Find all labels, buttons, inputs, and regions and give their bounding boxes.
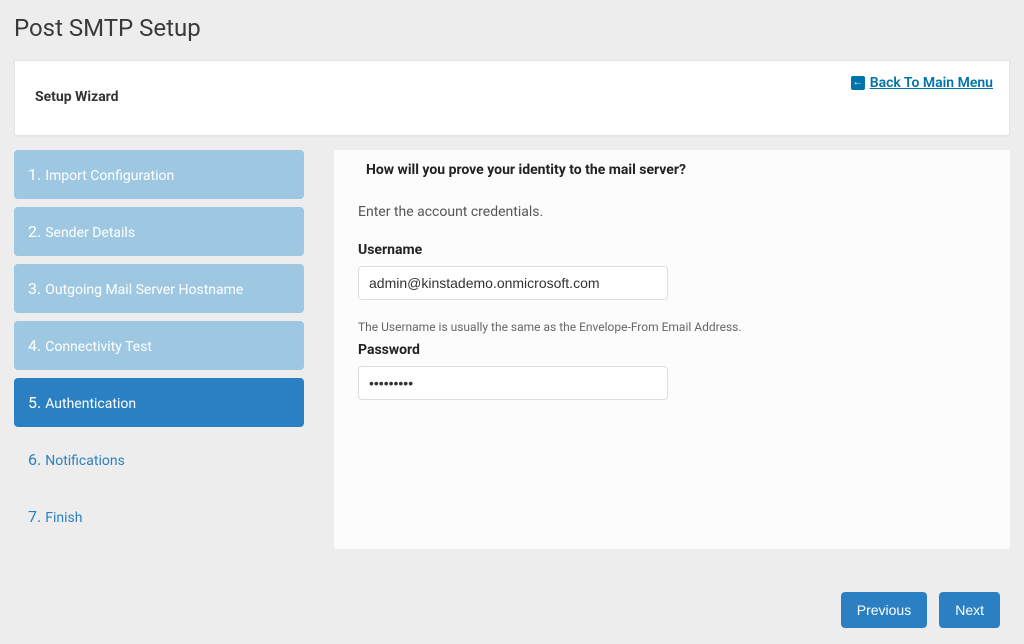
step-number: 3. [28, 279, 41, 298]
step-sender-details[interactable]: 2. Sender Details [14, 207, 304, 256]
step-label: Finish [45, 510, 82, 526]
arrow-left-icon: ← [851, 76, 865, 90]
step-number: 7. [28, 507, 41, 526]
main-area: 1. Import Configuration 2. Sender Detail… [14, 150, 1010, 549]
content-panel: How will you prove your identity to the … [334, 150, 1010, 549]
username-helper-text: The Username is usually the same as the … [358, 320, 986, 334]
password-input[interactable] [358, 366, 668, 400]
step-label: Connectivity Test [45, 339, 152, 355]
header-card: Setup Wizard ← Back To Main Menu [14, 60, 1010, 136]
back-to-main-menu-link[interactable]: ← Back To Main Menu [851, 75, 993, 91]
step-label: Notifications [45, 453, 125, 469]
wizard-steps: 1. Import Configuration 2. Sender Detail… [14, 150, 304, 549]
step-finish[interactable]: 7. Finish [14, 492, 304, 541]
username-input[interactable] [358, 266, 668, 300]
page-title: Post SMTP Setup [0, 0, 1024, 60]
step-connectivity-test[interactable]: 4. Connectivity Test [14, 321, 304, 370]
wizard-title: Setup Wizard [35, 89, 993, 105]
step-authentication[interactable]: 5. Authentication [14, 378, 304, 427]
step-number: 2. [28, 222, 41, 241]
step-label: Authentication [45, 396, 136, 412]
content-heading: How will you prove your identity to the … [366, 162, 986, 178]
button-row: Previous Next [841, 592, 1000, 628]
next-button[interactable]: Next [939, 592, 1000, 628]
step-notifications[interactable]: 6. Notifications [14, 435, 304, 484]
step-label: Outgoing Mail Server Hostname [45, 282, 243, 298]
previous-button[interactable]: Previous [841, 592, 927, 628]
username-label: Username [358, 242, 986, 258]
step-number: 6. [28, 450, 41, 469]
step-label: Import Configuration [45, 168, 174, 184]
back-link-text: Back To Main Menu [870, 75, 993, 91]
step-import-configuration[interactable]: 1. Import Configuration [14, 150, 304, 199]
content-instructions: Enter the account credentials. [358, 204, 986, 220]
step-number: 4. [28, 336, 41, 355]
password-label: Password [358, 342, 986, 358]
step-label: Sender Details [45, 225, 135, 241]
step-outgoing-mail-server-hostname[interactable]: 3. Outgoing Mail Server Hostname [14, 264, 304, 313]
step-number: 5. [28, 393, 41, 412]
step-number: 1. [28, 165, 41, 184]
